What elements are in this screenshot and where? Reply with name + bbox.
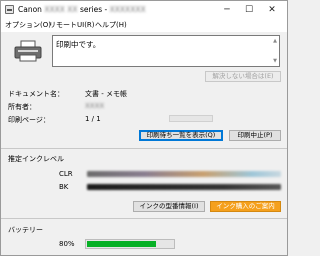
- scroll-up-icon[interactable]: ▲: [273, 38, 277, 44]
- printed-pages-label: 印刷ページ：: [8, 116, 50, 124]
- scroll-down-icon[interactable]: ▼: [273, 58, 277, 64]
- battery-section-title: バッテリー: [8, 226, 43, 234]
- owner-label: 所有者：: [8, 103, 36, 111]
- ink-bk-level: [87, 184, 281, 190]
- cancel-print-button[interactable]: 印刷中止(P): [229, 130, 281, 141]
- window-title: Canon XXXX XX series - XXXXXXX: [18, 5, 146, 14]
- menu-help[interactable]: ヘルプ(H): [95, 20, 127, 30]
- status-message-box: 印刷中です。 ▲ ▼: [52, 35, 280, 67]
- menu-options[interactable]: オプション(O): [5, 20, 51, 30]
- printer-status-window: Canon XXXX XX series - XXXXXXX ─ ☐ ✕ オプシ…: [0, 0, 288, 256]
- battery-percent: 80%: [59, 240, 75, 248]
- document-name-value: 文書 - メモ帳: [85, 90, 127, 98]
- ink-clr-label: CLR: [59, 170, 73, 178]
- battery-level-bar: [85, 239, 175, 249]
- ink-section-title: 推定インクレベル: [8, 155, 64, 163]
- section-divider: [1, 218, 287, 219]
- printer-icon: [14, 40, 42, 62]
- show-print-queue-button[interactable]: 印刷待ち一覧を表示(Q): [139, 130, 223, 141]
- status-message: 印刷中です。: [56, 40, 101, 49]
- ink-purchase-button[interactable]: インク購入のご案内: [210, 201, 281, 212]
- unresolved-help-button[interactable]: 解決しない場合は(E): [205, 71, 281, 82]
- printer-app-icon: [5, 5, 14, 14]
- ink-clr-level: [87, 171, 281, 177]
- minimize-button[interactable]: ─: [219, 3, 235, 17]
- ink-model-info-button[interactable]: インクの型番情報(I): [133, 201, 205, 212]
- menu-bar: オプション(O) リモートUI(R) ヘルプ(H): [1, 19, 287, 32]
- owner-value: XXXX: [85, 102, 105, 110]
- battery-level-fill: [87, 241, 156, 247]
- section-divider: [1, 148, 287, 149]
- menu-remote-ui[interactable]: リモートUI(R): [49, 20, 95, 30]
- page-progress-bar: [169, 115, 213, 122]
- close-button[interactable]: ✕: [264, 3, 280, 17]
- printed-pages-value: 1 / 1: [85, 115, 101, 123]
- maximize-button[interactable]: ☐: [241, 3, 257, 17]
- title-bar: Canon XXXX XX series - XXXXXXX ─ ☐ ✕: [1, 1, 287, 19]
- document-name-label: ドキュメント名：: [8, 90, 64, 98]
- ink-bk-label: BK: [59, 183, 69, 191]
